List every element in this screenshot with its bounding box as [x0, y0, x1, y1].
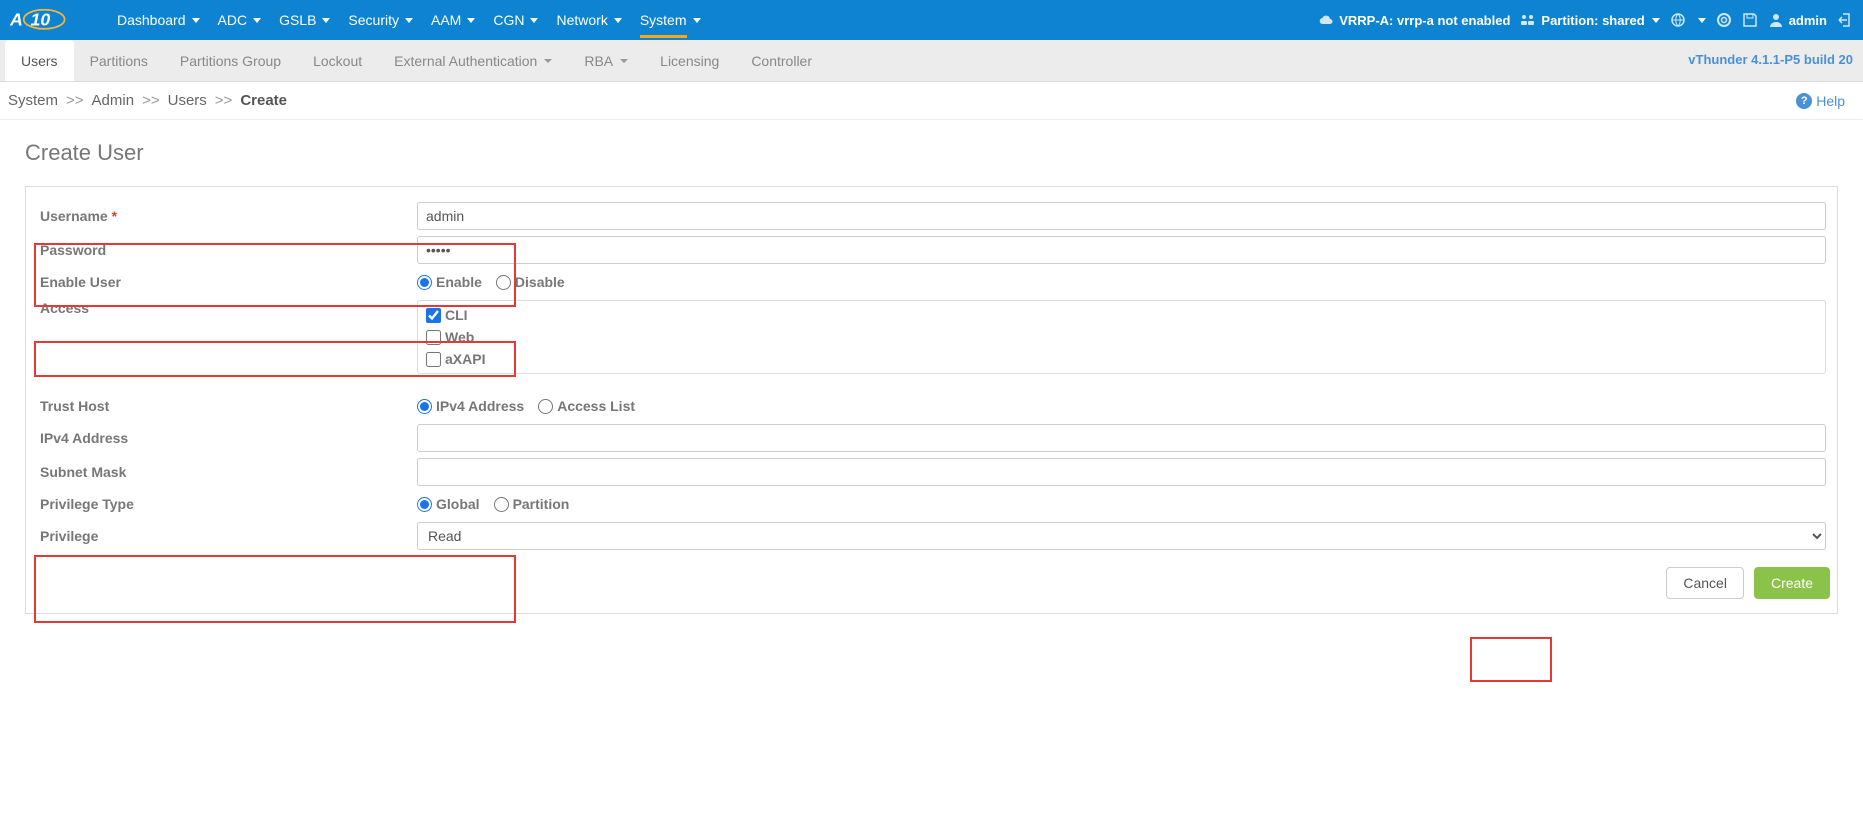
menu-aam[interactable]: AAM — [431, 12, 475, 28]
tab-licensing[interactable]: Licensing — [644, 40, 735, 81]
label-privilege: Privilege — [37, 528, 417, 544]
user-menu[interactable]: admin — [1768, 12, 1827, 28]
cancel-button[interactable]: Cancel — [1666, 567, 1744, 599]
label-enable-user: Enable User — [37, 274, 417, 290]
menu-system[interactable]: System — [640, 12, 701, 28]
chevron-down-icon — [620, 59, 628, 63]
radio-global[interactable]: Global — [417, 496, 480, 512]
help-icon: ? — [1796, 93, 1812, 109]
crumb-users[interactable]: Users — [168, 92, 207, 109]
main-menu: Dashboard ADC GSLB Security AAM CGN Netw… — [117, 12, 1318, 28]
chevron-down-icon — [467, 18, 475, 23]
user-icon — [1768, 12, 1784, 28]
create-user-form: Username * Password Enable User Enable D… — [25, 186, 1838, 614]
vrrp-status[interactable]: VRRP-A: vrrp-a not enabled — [1318, 12, 1510, 28]
globe-icon[interactable] — [1670, 12, 1686, 28]
page-title: Create User — [25, 140, 1838, 166]
check-axapi[interactable]: aXAPI — [426, 351, 1817, 367]
chevron-down-icon — [322, 18, 330, 23]
ipv4-input[interactable] — [417, 424, 1826, 452]
subnet-input[interactable] — [417, 458, 1826, 486]
chevron-down-icon — [1652, 18, 1660, 23]
access-options: CLI Web aXAPI — [417, 300, 1826, 374]
chevron-down-icon[interactable] — [1698, 18, 1706, 23]
top-nav: A 10 Dashboard ADC GSLB Security AAM CGN… — [0, 0, 1863, 40]
chevron-down-icon — [693, 18, 701, 23]
crumb-admin[interactable]: Admin — [92, 92, 135, 109]
chevron-down-icon — [253, 18, 261, 23]
chevron-down-icon — [530, 18, 538, 23]
label-ipv4: IPv4 Address — [37, 430, 417, 446]
username-input[interactable] — [417, 202, 1826, 230]
menu-security[interactable]: Security — [348, 12, 413, 28]
chevron-down-icon — [544, 59, 552, 63]
cloud-icon — [1318, 12, 1334, 28]
menu-adc[interactable]: ADC — [218, 12, 262, 28]
lifering-icon[interactable] — [1716, 12, 1732, 28]
crumb-system[interactable]: System — [8, 92, 58, 109]
svg-text:A: A — [10, 9, 23, 29]
breadcrumb: System >> Admin >> Users >> Create ? Hel… — [0, 82, 1863, 120]
form-actions: Cancel Create — [27, 553, 1836, 601]
label-username: Username * — [37, 208, 417, 224]
chevron-down-icon — [614, 18, 622, 23]
radio-disable[interactable]: Disable — [496, 274, 565, 290]
label-access: Access — [37, 300, 417, 316]
page-content: Create User Username * Password Enable U… — [0, 120, 1863, 634]
partition-selector[interactable]: Partition: shared — [1520, 12, 1659, 28]
check-web[interactable]: Web — [426, 329, 1817, 345]
chevron-down-icon — [192, 18, 200, 23]
menu-cgn[interactable]: CGN — [493, 12, 538, 28]
tab-rba[interactable]: RBA — [568, 40, 644, 81]
tab-lockout[interactable]: Lockout — [297, 40, 378, 81]
save-icon[interactable] — [1742, 12, 1758, 28]
tab-ext-auth[interactable]: External Authentication — [378, 40, 568, 81]
radio-partition[interactable]: Partition — [494, 496, 570, 512]
brand-logo: A 10 — [10, 6, 92, 34]
sub-nav: Users Partitions Partitions Group Lockou… — [0, 40, 1863, 82]
partition-icon — [1520, 12, 1536, 28]
create-button[interactable]: Create — [1754, 567, 1830, 599]
chevron-down-icon — [405, 18, 413, 23]
tab-users[interactable]: Users — [5, 40, 74, 81]
tab-partitions-group[interactable]: Partitions Group — [164, 40, 297, 81]
version-info: vThunder 4.1.1-P5 build 20 — [1678, 40, 1863, 81]
label-trust-host: Trust Host — [37, 398, 417, 414]
menu-dashboard[interactable]: Dashboard — [117, 12, 200, 28]
password-input[interactable] — [417, 236, 1826, 264]
check-cli[interactable]: CLI — [426, 307, 1817, 323]
help-link[interactable]: ? Help — [1796, 93, 1845, 109]
label-priv-type: Privilege Type — [37, 496, 417, 512]
label-subnet: Subnet Mask — [37, 464, 417, 480]
radio-access-list[interactable]: Access List — [538, 398, 635, 414]
privilege-select[interactable]: Read — [417, 522, 1826, 550]
label-password: Password — [37, 242, 417, 258]
top-right-toolbar: VRRP-A: vrrp-a not enabled Partition: sh… — [1318, 12, 1853, 28]
menu-gslb[interactable]: GSLB — [279, 12, 330, 28]
tab-partitions[interactable]: Partitions — [74, 40, 164, 81]
logout-icon[interactable] — [1837, 12, 1853, 28]
crumb-current: Create — [240, 92, 287, 109]
radio-enable[interactable]: Enable — [417, 274, 482, 290]
tab-controller[interactable]: Controller — [735, 40, 828, 81]
radio-ipv4[interactable]: IPv4 Address — [417, 398, 524, 414]
svg-text:10: 10 — [31, 9, 51, 29]
menu-network[interactable]: Network — [556, 12, 621, 28]
